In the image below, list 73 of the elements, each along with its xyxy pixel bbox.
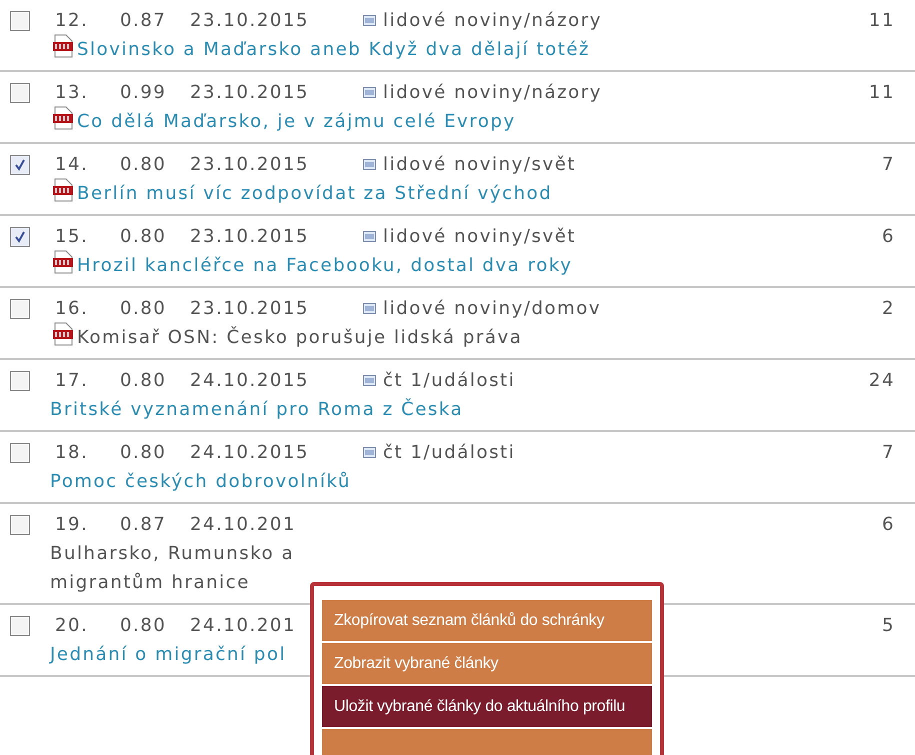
date: 24.10.201 (190, 514, 298, 535)
checkbox[interactable] (10, 370, 30, 390)
count: 2 (882, 298, 895, 319)
score: 0.80 (120, 615, 168, 636)
score: 0.99 (120, 82, 168, 103)
article-link[interactable]: Jednání o migrační pol (50, 644, 286, 665)
date: 24.10.2015 (190, 370, 310, 391)
menu-item[interactable]: Uložit vybrané články do aktuálního profilu (322, 686, 652, 727)
row-number: 20. (55, 615, 90, 636)
score: 0.80 (120, 154, 168, 175)
row-number: 15. (55, 226, 90, 247)
source: lidové noviny/svět (383, 226, 576, 247)
source: lidové noviny/názory (383, 10, 602, 31)
row-number: 17. (55, 370, 90, 391)
checkbox[interactable] (10, 298, 30, 318)
score: 0.87 (120, 10, 168, 31)
count: 6 (882, 226, 895, 247)
checkbox[interactable] (10, 10, 30, 30)
count: 24 (868, 370, 895, 391)
document-icon (363, 375, 376, 386)
checkmark-icon (14, 230, 26, 242)
article-link[interactable]: Britské vyznamenání pro Roma z Česka (50, 399, 464, 420)
checkbox[interactable] (10, 616, 30, 636)
checkbox[interactable] (10, 226, 30, 246)
document-icon (363, 303, 376, 314)
row-number: 12. (55, 10, 90, 31)
article-link[interactable]: Berlín musí víc zodpovídat za Střední východ (77, 183, 552, 204)
row-number: 14. (55, 154, 90, 175)
row-number: 13. (55, 82, 90, 103)
document-icon (363, 87, 376, 98)
date: 23.10.2015 (190, 10, 310, 31)
score: 0.80 (120, 442, 168, 463)
row-number: 19. (55, 514, 90, 535)
article-link[interactable]: Pomoc českých dobrovolníků (50, 471, 352, 492)
row-number: 16. (55, 298, 90, 319)
checkmark-icon (14, 158, 26, 170)
article-link[interactable]: Slovinsko a Maďarsko aneb Když dva dělají totéž (77, 39, 590, 60)
source: lidové noviny/svět (383, 154, 576, 175)
row-number: 18. (55, 442, 90, 463)
menu-item[interactable]: Zobrazit vybrané články (322, 643, 652, 684)
count: 6 (882, 514, 895, 535)
checkbox[interactable] (10, 514, 30, 534)
document-icon (363, 447, 376, 458)
date: 23.10.2015 (190, 82, 310, 103)
score: 0.87 (120, 514, 168, 535)
article-title: Komisař OSN: Česko porušuje lidská práva (77, 327, 522, 348)
article-title: Bulharsko, Rumunsko a (50, 543, 294, 564)
source: lidové noviny/domov (383, 298, 602, 319)
document-icon (363, 15, 376, 26)
document-icon (363, 159, 376, 170)
count: 7 (882, 442, 895, 463)
count: 11 (868, 82, 895, 103)
source: čt 1/události (383, 442, 516, 463)
document-icon (363, 231, 376, 242)
count: 7 (882, 154, 895, 175)
score: 0.80 (120, 298, 168, 319)
date: 24.10.2015 (190, 442, 310, 463)
checkbox[interactable] (10, 154, 30, 174)
score: 0.80 (120, 370, 168, 391)
score: 0.80 (120, 226, 168, 247)
date: 23.10.2015 (190, 226, 310, 247)
count: 11 (868, 10, 895, 31)
article-link[interactable]: Co dělá Maďarsko, je v zájmu celé Evropy (77, 111, 516, 132)
source: lidové noviny/názory (383, 82, 602, 103)
menu-item[interactable]: Zkopírovat seznam článků do schránky (322, 600, 652, 641)
checkbox[interactable] (10, 442, 30, 462)
checkbox[interactable] (10, 82, 30, 102)
source: čt 1/události (383, 370, 516, 391)
date: 23.10.2015 (190, 298, 310, 319)
article-title: migrantům hranice (50, 572, 250, 593)
count: 5 (882, 615, 895, 636)
article-link[interactable]: Hrozil kancléřce na Facebooku, dostal dva roky (77, 255, 572, 276)
date: 23.10.2015 (190, 154, 310, 175)
